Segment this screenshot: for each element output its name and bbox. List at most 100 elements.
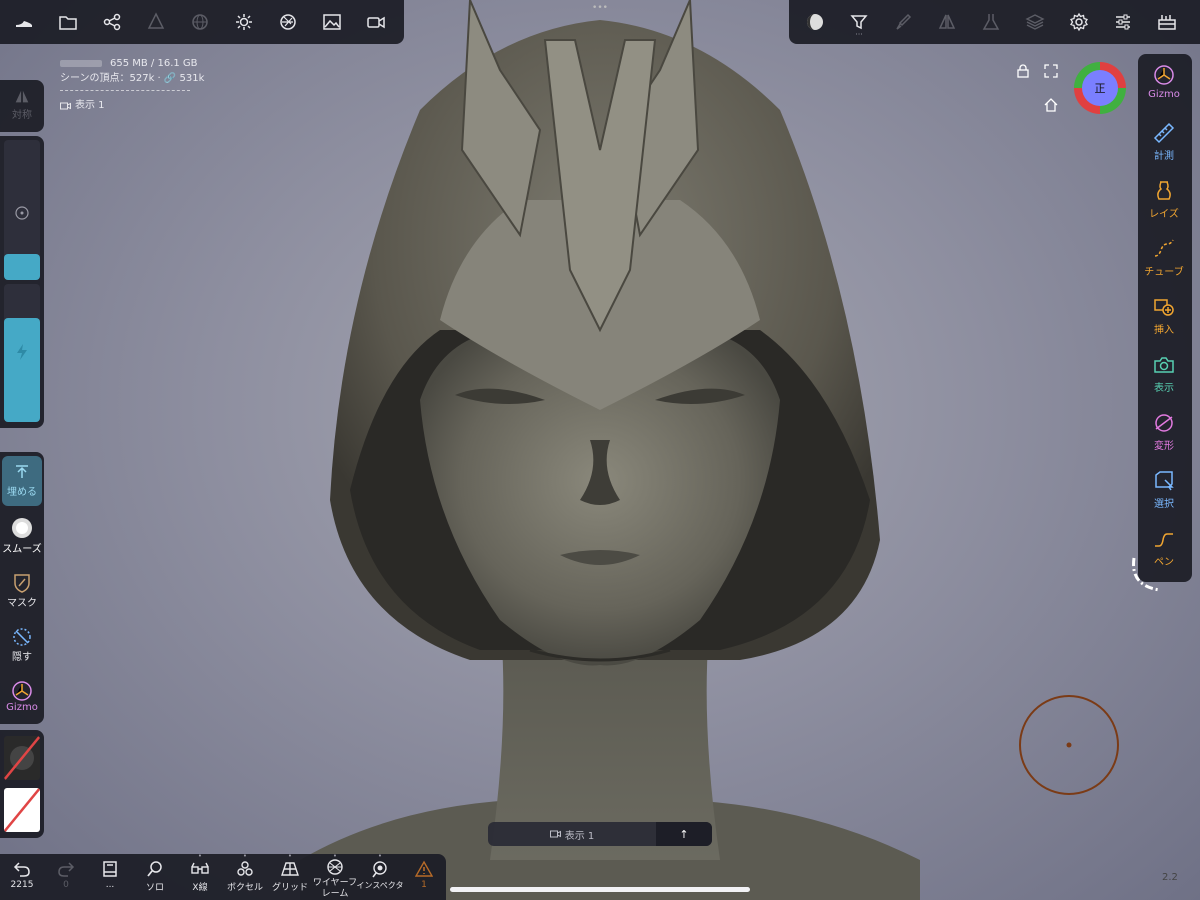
toolbox-icon[interactable] [1145,2,1189,42]
radius-fill [4,254,40,280]
view-cube-label: 正 [1094,82,1106,95]
brush-cursor [1019,695,1119,795]
right-measure-button[interactable]: 計測 [1138,122,1190,162]
shoe-icon[interactable] [2,2,46,42]
right-view-button[interactable]: 表示 [1138,354,1190,394]
right-insert-button[interactable]: 挿入 [1138,296,1190,336]
magnifier-icon [147,861,162,877]
intensity-fill [4,318,40,422]
camera-selector[interactable]: 表示 1 ↑ [488,822,712,846]
camera-video-icon[interactable] [354,2,398,42]
right-raise-button[interactable]: レイズ [1138,180,1190,220]
bury-button[interactable]: 埋める [2,456,42,506]
radius-slider[interactable] [4,140,40,280]
camera-label: 表示 1 [75,100,105,111]
symmetry-label: 対称 [12,110,32,121]
view-cube[interactable]: 正 [1074,62,1126,114]
folder-icon[interactable] [46,2,90,42]
right-item-label: 変形 [1154,441,1174,452]
inspector-button[interactable]: • インスペクタ [356,852,404,891]
camera-up-button[interactable]: ↑ [656,822,712,846]
gear-icon[interactable] [1057,2,1101,42]
right-deform-button[interactable]: 変形 [1138,412,1190,452]
material-cone-icon[interactable] [134,2,178,42]
smooth-button[interactable]: スムーズ [0,516,44,555]
left-panel-sliders [0,136,44,428]
gizmo-button[interactable]: Gizmo [0,680,44,713]
image-icon[interactable] [310,2,354,42]
glasses-icon [191,862,209,874]
wireframe-button[interactable]: • ワイヤーフ レーム [312,852,358,900]
smooth-label: スムーズ [2,544,42,555]
undo-icon [13,862,30,877]
select-cursor-icon [1155,471,1174,491]
aperture-icon[interactable] [266,2,310,42]
right-tube-button[interactable]: チューブ [1138,238,1190,278]
stats-divider [60,90,190,91]
mask-label: マスク [7,598,37,609]
flask-icon[interactable] [969,2,1013,42]
target-icon [15,206,29,220]
pen-curve-icon [1155,533,1173,547]
right-item-label: 選択 [1154,499,1174,510]
xray-label: X線 [192,883,208,893]
camera-video-icon [549,830,561,838]
inspector-label: インスペクタ [356,881,404,890]
grid-plane-icon [281,862,299,876]
drag-handle[interactable]: ••• [590,4,610,13]
stroke-guide-icon [1132,557,1161,592]
share-nodes-icon[interactable] [90,2,134,42]
mask-button[interactable]: マスク [0,572,44,609]
right-item-label: 計測 [1154,151,1174,162]
fullscreen-icon[interactable] [1044,64,1058,78]
hide-pattern-icon [13,628,31,646]
right-gizmo-button[interactable]: Gizmo [1138,64,1190,100]
wireframe-icon [327,859,343,875]
hide-label: 隠す [12,652,32,663]
hide-button[interactable]: 隠す [0,626,44,663]
redo-button[interactable]: 0 [44,854,88,890]
sun-icon[interactable] [222,2,266,42]
right-item-label: 表示 [1154,383,1174,394]
version-label: 2.2 [1162,872,1178,883]
moon-shading-icon[interactable] [793,2,837,42]
inspect-icon [372,861,387,878]
symmetry-icon[interactable] [925,2,969,42]
right-select-button[interactable]: 選択 [1138,470,1190,510]
color-swatch[interactable] [4,788,40,832]
solo-button[interactable]: ソロ [133,854,177,893]
wireframe-label: ワイヤーフ レーム [312,878,358,899]
lightning-icon [17,344,27,360]
gizmo-label: Gizmo [6,702,38,713]
warning-button[interactable]: 1 [402,854,446,890]
undo-button[interactable]: 2215 [0,854,44,890]
book-button[interactable]: ... [88,854,132,890]
home-indicator[interactable] [450,887,750,892]
camera-icon [1154,357,1174,373]
intensity-slider[interactable] [4,284,40,422]
sphere-grid-icon[interactable] [178,2,222,42]
home-icon[interactable] [1044,98,1058,112]
grid-label: グリッド [271,883,308,893]
brush-icon[interactable] [881,2,925,42]
color-disabled-icon [4,788,40,832]
grid-button[interactable]: • グリッド [268,852,312,893]
mask-shield-icon [14,574,30,593]
layers-icon[interactable] [1013,2,1057,42]
filter-icon[interactable]: ··· [837,2,881,42]
xray-button[interactable]: • X線 [178,852,222,893]
memory-usage: 655 MB / 16.1 GB [110,58,198,69]
symmetry-button[interactable]: 対称 [0,88,44,121]
lock-icon[interactable] [1016,64,1030,78]
matcap-swatch[interactable] [4,736,40,780]
voxel-button[interactable]: • ボクセル [223,852,267,893]
warning-count: 1 [421,880,427,890]
sculpt-viewport[interactable]: ••• ··· 655 MB / 16.1 GB シーンの頂点：527k · 🔗… [0,0,1200,900]
vertex-count: シーンの頂点：527k · 🔗 531k [60,73,205,84]
memory-bar [60,59,102,67]
top-toolbar-right: ··· [789,0,1200,44]
sliders-icon[interactable] [1101,2,1145,42]
bury-label: 埋める [7,487,37,498]
right-item-label: チューブ [1144,267,1184,278]
undo-count: 2215 [10,880,34,890]
